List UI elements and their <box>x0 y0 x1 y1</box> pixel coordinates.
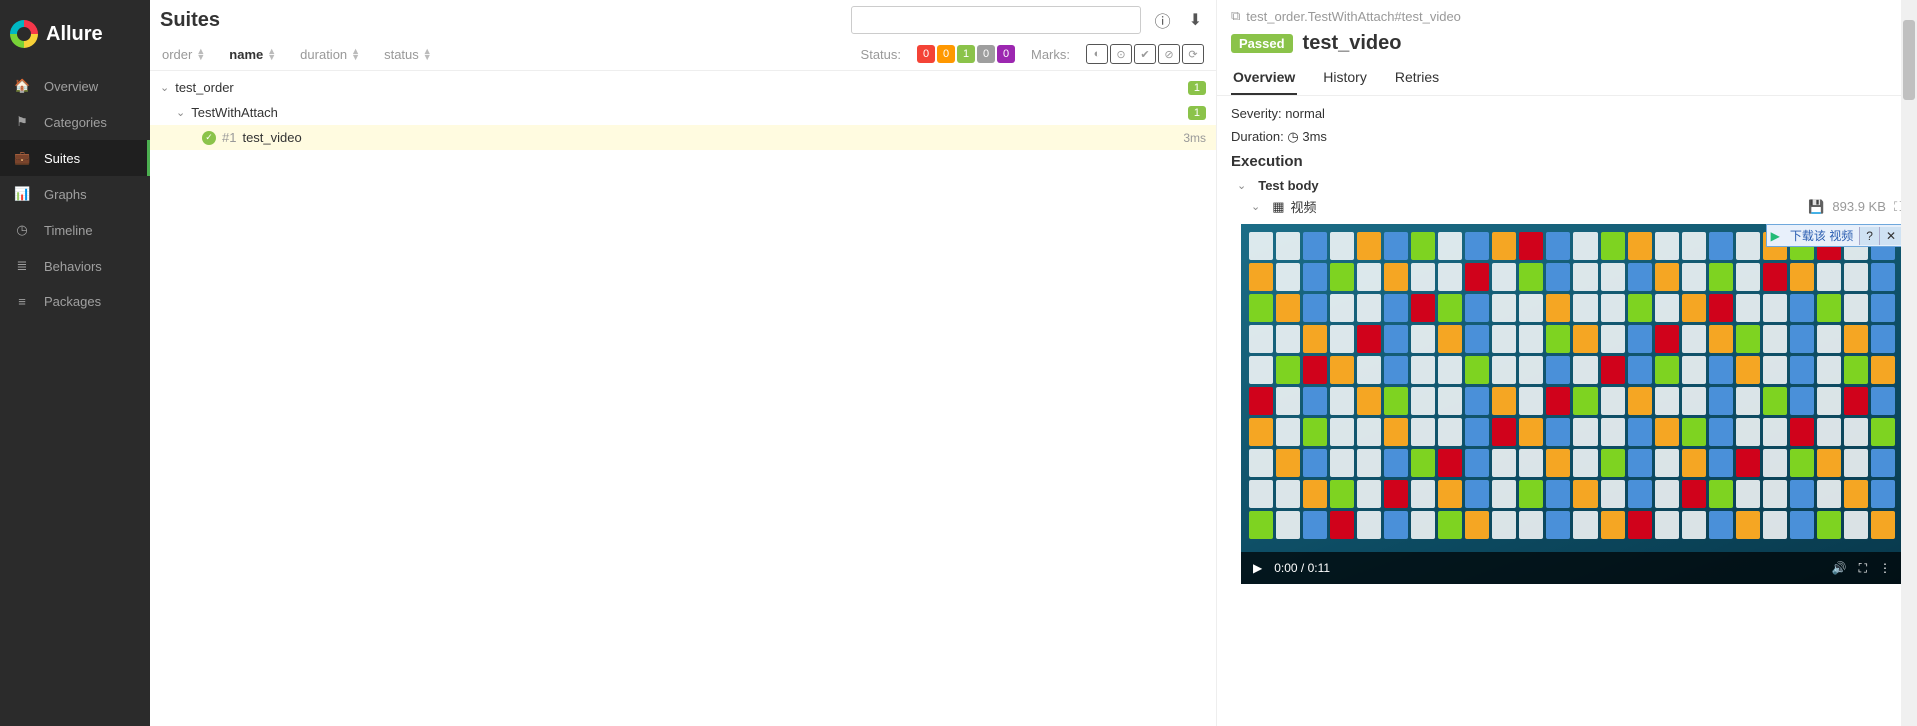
severity-row: Severity: normal <box>1231 106 1903 121</box>
play-icon: ▶ <box>1767 229 1784 243</box>
nav-item-behaviors[interactable]: ≣Behaviors <box>0 248 150 284</box>
tree-group[interactable]: ⌄test_order1 <box>150 75 1216 100</box>
copy-icon[interactable]: ⧉ <box>1231 8 1240 24</box>
suites-panel: Suites ⓘ ⬇ order▲▼ name▲▼ duration▲▼ status… <box>150 0 1217 726</box>
tree-test[interactable]: ✓#1test_video3ms <box>150 125 1216 150</box>
sort-icon: ▲▼ <box>196 48 205 60</box>
test-name: test_video <box>1303 32 1402 55</box>
sort-status[interactable]: status▲▼ <box>384 47 432 62</box>
allure-logo-icon <box>10 20 38 48</box>
file-icon: ▦ <box>1272 199 1284 215</box>
execution-heading: Execution <box>1231 153 1903 170</box>
close-icon[interactable]: ✕ <box>1879 227 1902 245</box>
video-controls: ▶ 0:00 / 0:11 🔊 ⛶ ⋮ <box>1241 552 1903 584</box>
flag-icon: ⚑ <box>14 114 30 130</box>
video-time: 0:00 / 0:11 <box>1274 561 1330 575</box>
scrollbar[interactable] <box>1901 0 1917 726</box>
search-input[interactable] <box>851 6 1141 34</box>
status-badge: Passed <box>1231 34 1293 53</box>
status-pill[interactable]: 0 <box>917 45 935 63</box>
status-pill[interactable]: 0 <box>937 45 955 63</box>
test-body-row[interactable]: ⌄ Test body <box>1237 178 1903 193</box>
logo[interactable]: Allure <box>0 0 150 68</box>
attachment-size: 893.9 KB <box>1832 199 1886 214</box>
severity-value: normal <box>1285 106 1325 121</box>
sidebar: Allure 🏠Overview⚑Categories💼Suites📊Graph… <box>0 0 150 726</box>
more-icon[interactable]: ⋮ <box>1879 561 1891 576</box>
row-duration: 3ms <box>1183 131 1206 145</box>
sort-duration[interactable]: duration▲▼ <box>300 47 360 62</box>
layers-icon: ≡ <box>14 294 30 309</box>
nav-item-suites[interactable]: 💼Suites <box>0 140 150 176</box>
list-icon: ≣ <box>14 258 30 274</box>
status-pill[interactable]: 0 <box>977 45 995 63</box>
mark-new-failed-icon[interactable]: ◐ <box>1086 44 1108 64</box>
mark-refresh-icon[interactable]: ⟳ <box>1182 44 1204 64</box>
video-attachment[interactable]: ▶ 下载该 视频 ? ✕ ▶ 0:00 / 0:11 🔊 ⛶ ⋮ <box>1241 224 1903 584</box>
status-counts: 00100 <box>917 45 1015 63</box>
nav-item-overview[interactable]: 🏠Overview <box>0 68 150 104</box>
detail-panel: ⧉ test_order.TestWithAttach#test_video P… <box>1217 0 1917 726</box>
marks-label: Marks: <box>1031 47 1070 62</box>
count-badge: 1 <box>1188 81 1206 95</box>
nav-item-graphs[interactable]: 📊Graphs <box>0 176 150 212</box>
tab-retries[interactable]: Retries <box>1393 61 1441 95</box>
chevron-down-icon: ⌄ <box>176 106 185 119</box>
play-button[interactable]: ▶ <box>1253 561 1262 575</box>
nav-item-packages[interactable]: ≡Packages <box>0 284 150 319</box>
mark-manual-icon[interactable]: ⊘ <box>1158 44 1180 64</box>
count-badge: 1 <box>1188 106 1206 120</box>
sort-icon: ▲▼ <box>423 48 432 60</box>
mark-flaky-icon[interactable]: ⊙ <box>1110 44 1132 64</box>
status-passed-icon: ✓ <box>202 131 216 145</box>
chevron-down-icon: ⌄ <box>160 81 169 94</box>
suites-title: Suites <box>160 9 220 32</box>
tab-history[interactable]: History <box>1321 61 1369 95</box>
columns-row: order▲▼name▲▼duration▲▼status▲▼ Status: … <box>150 38 1216 71</box>
chevron-down-icon: ⌄ <box>1237 179 1246 192</box>
detail-body: Severity: normal Duration: ◷ 3ms Executi… <box>1217 96 1917 726</box>
sort-icon: ▲▼ <box>351 48 360 60</box>
clock-icon: ◷ <box>1287 129 1298 144</box>
clock-icon: ◷ <box>14 222 30 238</box>
breadcrumb: ⧉ test_order.TestWithAttach#test_video <box>1217 0 1917 32</box>
test-tree: ⌄test_order1⌄TestWithAttach1✓#1test_vide… <box>150 71 1216 154</box>
chart-icon: 📊 <box>14 186 30 202</box>
sort-order[interactable]: order▲▼ <box>162 47 205 62</box>
nav-item-timeline[interactable]: ◷Timeline <box>0 212 150 248</box>
tab-overview[interactable]: Overview <box>1231 61 1297 95</box>
info-icon[interactable]: ⓘ <box>1151 6 1175 34</box>
video-frame-desktop <box>1249 232 1895 544</box>
attachment-name: 视频 <box>1291 197 1317 216</box>
sort-icon: ▲▼ <box>267 48 276 60</box>
save-icon[interactable]: 💾 <box>1808 199 1824 215</box>
attachment-row[interactable]: ⌄ ▦ 视频 💾 893.9 KB ⛶ <box>1251 197 1903 216</box>
fullscreen-button[interactable]: ⛶ <box>1859 561 1867 576</box>
nav-list: 🏠Overview⚑Categories💼Suites📊Graphs◷Timel… <box>0 68 150 319</box>
breadcrumb-text: test_order.TestWithAttach#test_video <box>1246 9 1461 24</box>
download-icon[interactable]: ⬇ <box>1185 8 1206 32</box>
brand-name: Allure <box>46 23 103 46</box>
help-icon[interactable]: ? <box>1859 227 1879 245</box>
duration-value: 3ms <box>1302 129 1327 144</box>
status-label: Status: <box>861 47 901 62</box>
briefcase-icon: 💼 <box>14 150 30 166</box>
volume-icon[interactable]: 🔊 <box>1832 561 1847 576</box>
nav-item-categories[interactable]: ⚑Categories <box>0 104 150 140</box>
tree-group[interactable]: ⌄TestWithAttach1 <box>150 100 1216 125</box>
download-banner-text: 下载该 视频 <box>1784 225 1859 246</box>
mark-filters: ◐ ⊙ ✔ ⊘ ⟳ <box>1086 44 1204 64</box>
status-pill[interactable]: 1 <box>957 45 975 63</box>
home-icon: 🏠 <box>14 78 30 94</box>
duration-row: Duration: ◷ 3ms <box>1231 129 1903 145</box>
suites-header: Suites ⓘ ⬇ <box>150 0 1216 38</box>
detail-tabs: Overview History Retries <box>1217 61 1917 96</box>
mark-retried-icon[interactable]: ✔ <box>1134 44 1156 64</box>
sort-name[interactable]: name▲▼ <box>229 47 276 62</box>
status-pill[interactable]: 0 <box>997 45 1015 63</box>
download-banner[interactable]: ▶ 下载该 视频 ? ✕ <box>1766 224 1903 247</box>
chevron-down-icon: ⌄ <box>1251 200 1260 213</box>
